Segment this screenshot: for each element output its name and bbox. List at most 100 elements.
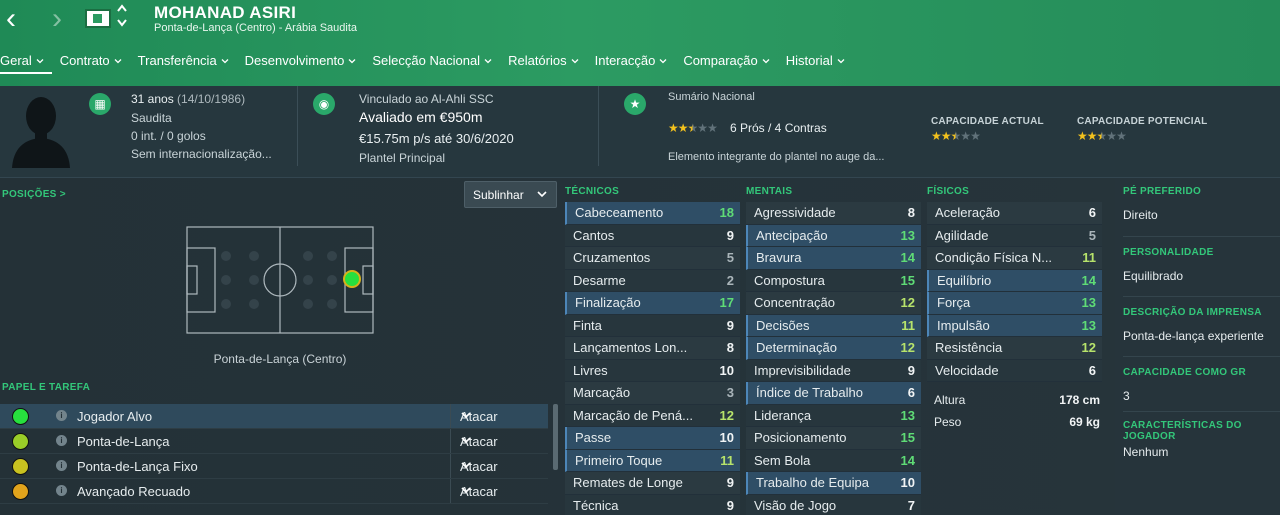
role-row[interactable]: i Ponta-de-Lança Atacar <box>0 429 548 454</box>
attribute-row[interactable]: Passe 10 <box>565 427 740 450</box>
player-header: ‹ › MOHANAD ASIRI Ponta-de-Lança (Centro… <box>0 0 1280 86</box>
role-duty-select[interactable]: Atacar <box>450 479 548 503</box>
attribute-row[interactable]: Cruzamentos 5 <box>565 247 740 270</box>
role-row[interactable]: i Ponta-de-Lança Fixo Atacar <box>0 454 548 479</box>
tab-transferência[interactable]: Transferência <box>130 52 237 74</box>
highlight-dropdown[interactable]: Sublinhar <box>464 181 557 208</box>
info-strip: ▦ 31 anos (14/10/1986) Saudita 0 int. / … <box>0 86 1280 178</box>
attribute-value: 13 <box>1081 317 1096 333</box>
attribute-row[interactable]: Decisões 11 <box>746 314 921 337</box>
attribute-row[interactable]: Resistência 12 <box>927 337 1102 360</box>
technical-label: TÉCNICOS <box>565 186 620 197</box>
weight-label: Peso <box>934 415 962 429</box>
back-arrow-icon[interactable]: ‹ <box>6 4 16 34</box>
attribute-value: 9 <box>907 362 915 378</box>
role-row[interactable]: i Jogador Alvo Atacar <box>0 404 548 429</box>
attribute-row[interactable]: Lançamentos Lon... 8 <box>565 337 740 360</box>
attribute-row[interactable]: Visão de Jogo 7 <box>746 494 921 515</box>
press-description-value: Ponta-de-lança experiente <box>1123 329 1264 343</box>
attribute-row[interactable]: Força 13 <box>927 292 1102 315</box>
attribute-value: 8 <box>726 340 734 355</box>
attribute-row[interactable]: Finta 9 <box>565 314 740 337</box>
attribute-row[interactable]: Concentração 12 <box>746 292 921 315</box>
role-duty-select[interactable]: Atacar <box>450 454 548 478</box>
chevron-down-icon <box>762 57 770 67</box>
info-icon[interactable]: i <box>56 435 67 446</box>
attribute-name: Marcação de Pená... <box>573 407 693 423</box>
attribute-row[interactable]: Cabeceamento 18 <box>565 202 740 225</box>
attribute-name: Bravura <box>756 250 802 265</box>
attribute-row[interactable]: Índice de Trabalho 6 <box>746 382 921 405</box>
tab-comparação[interactable]: Comparação <box>675 52 777 74</box>
potential-ability-stars: ★★★★★ <box>1077 129 1127 143</box>
attribute-row[interactable]: Imprevisibilidade 9 <box>746 359 921 382</box>
attribute-row[interactable]: Livres 10 <box>565 359 740 382</box>
attribute-row[interactable]: Velocidade 6 <box>927 359 1102 382</box>
roles-scrollbar[interactable] <box>553 404 558 470</box>
info-icon[interactable]: i <box>56 460 67 471</box>
attribute-row[interactable]: Determinação 12 <box>746 337 921 360</box>
attribute-row[interactable]: Agressividade 8 <box>746 202 921 225</box>
forward-arrow-icon[interactable]: › <box>52 4 62 34</box>
personality-value: Equilibrado <box>1123 269 1184 283</box>
pros-cons[interactable]: 6 Prós / 4 Contras <box>730 121 827 135</box>
attribute-row[interactable]: Sem Bola 14 <box>746 449 921 472</box>
attribute-row[interactable]: Finalização 17 <box>565 292 740 315</box>
attribute-row[interactable]: Primeiro Toque 11 <box>565 449 740 472</box>
divider <box>1123 411 1280 412</box>
star-icon: ★ <box>970 129 981 143</box>
role-row[interactable]: i Avançado Recuado Atacar <box>0 479 548 504</box>
attribute-row[interactable]: Impulsão 13 <box>927 314 1102 337</box>
tab-selecção-nacional[interactable]: Selecção Nacional <box>364 52 500 74</box>
positions-label[interactable]: POSIÇÕES > <box>2 189 66 200</box>
chevron-down-icon <box>484 57 492 67</box>
national-summary-text: Elemento integrante do plantel no auge d… <box>668 151 885 163</box>
attribute-row[interactable]: Cantos 9 <box>565 224 740 247</box>
weight-value: 69 kg <box>1069 415 1100 429</box>
squad-status: Plantel Principal <box>359 151 446 165</box>
tab-historial[interactable]: Historial <box>778 52 853 74</box>
gk-ability-value: 3 <box>1123 389 1130 403</box>
attribute-row[interactable]: Desarme 2 <box>565 269 740 292</box>
attribute-row[interactable]: Marcação de Pená... 12 <box>565 404 740 427</box>
info-icon[interactable]: i <box>56 410 67 421</box>
tab-desenvolvimento[interactable]: Desenvolvimento <box>237 52 365 74</box>
attribute-row[interactable]: Antecipação 13 <box>746 224 921 247</box>
attribute-value: 15 <box>900 430 915 445</box>
attribute-row[interactable]: Equilíbrio 14 <box>927 269 1102 292</box>
star-icon: ★ <box>1106 129 1117 143</box>
attribute-row[interactable]: Técnica 9 <box>565 494 740 515</box>
club-badge-icon[interactable] <box>85 9 111 28</box>
attribute-row[interactable]: Agilidade 5 <box>927 224 1102 247</box>
role-duty-select[interactable]: Atacar <box>450 429 548 453</box>
tab-relatórios[interactable]: Relatórios <box>500 52 587 74</box>
chevron-down-icon <box>36 57 44 67</box>
attribute-row[interactable]: Aceleração 6 <box>927 202 1102 225</box>
star-icon: ★ <box>1116 129 1127 143</box>
attribute-row[interactable]: Trabalho de Equipa 10 <box>746 472 921 495</box>
attribute-value: 5 <box>726 250 734 265</box>
info-icon[interactable]: i <box>56 485 67 496</box>
attribute-row[interactable]: Remates de Longe 9 <box>565 472 740 495</box>
attribute-name: Técnica <box>573 497 619 513</box>
attribute-row[interactable]: Posicionamento 15 <box>746 427 921 450</box>
attribute-row[interactable]: Condição Física N... 11 <box>927 247 1102 270</box>
attribute-name: Determinação <box>756 340 837 355</box>
star-icon: ★ <box>940 129 952 143</box>
role-duty-select[interactable]: Atacar <box>450 404 548 428</box>
attribute-value: 10 <box>719 430 734 445</box>
role-suitability-icon <box>12 433 29 450</box>
tab-contrato[interactable]: Contrato <box>52 52 130 74</box>
tab-interacção[interactable]: Interacção <box>587 52 676 74</box>
tab-geral[interactable]: Geral <box>0 52 52 74</box>
attribute-value: 6 <box>907 385 915 400</box>
star-icon: ★ <box>707 121 718 135</box>
attribute-row[interactable]: Liderança 13 <box>746 404 921 427</box>
star-icon: ★ <box>677 121 689 135</box>
prev-next-icon[interactable] <box>116 3 128 32</box>
attribute-row[interactable]: Marcação 3 <box>565 382 740 405</box>
role-duty-label: PAPEL E TAREFA <box>2 382 91 393</box>
profile-tabs: Geral Contrato Transferência Desenvolviment… <box>0 52 853 74</box>
attribute-row[interactable]: Compostura 15 <box>746 269 921 292</box>
attribute-row[interactable]: Bravura 14 <box>746 247 921 270</box>
